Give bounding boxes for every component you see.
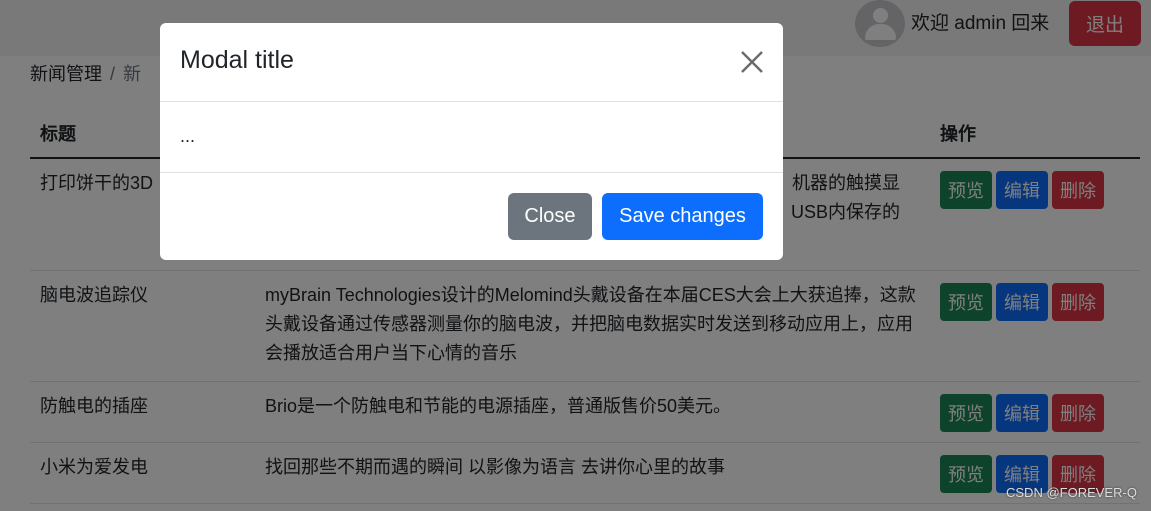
modal-body: ... xyxy=(160,102,783,173)
watermark: CSDN @FOREVER-Q xyxy=(1006,485,1137,500)
modal-title: Modal title xyxy=(180,46,294,74)
modal-header: Modal title xyxy=(160,23,783,102)
save-changes-button[interactable]: Save changes xyxy=(602,193,763,240)
close-button[interactable]: Close xyxy=(508,193,592,240)
close-icon[interactable] xyxy=(740,50,764,74)
modal-dialog: Modal title ... Close Save changes xyxy=(160,23,783,260)
modal-footer: Close Save changes xyxy=(160,173,783,260)
